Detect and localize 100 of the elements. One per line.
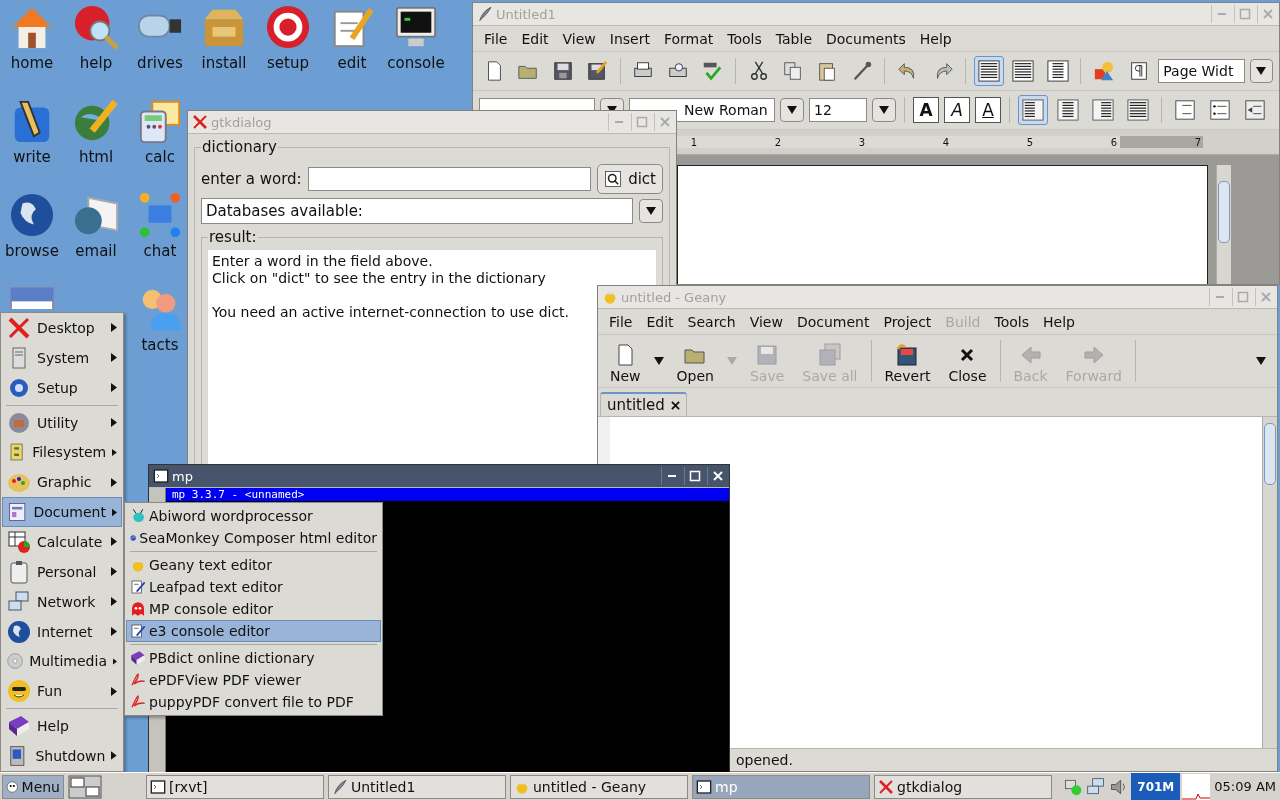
font-size-dropdown-button[interactable]	[872, 98, 896, 122]
menu-item[interactable]: Insert	[602, 28, 657, 49]
menu-item[interactable]: puppyPDF convert file to PDF	[126, 691, 381, 713]
menu-item[interactable]: Help	[2, 711, 122, 742]
ghost-icon	[130, 601, 146, 617]
menu-item[interactable]: Filesystem	[2, 437, 122, 468]
status-text: opened.	[736, 752, 793, 768]
chat-network-icon	[137, 192, 183, 238]
desktop-icon-label[interactable]: help	[79, 54, 113, 72]
x-logo-icon	[192, 114, 208, 130]
font-size-field[interactable]: 12	[809, 98, 867, 122]
menu-item[interactable]: Network	[2, 586, 122, 617]
menu-item[interactable]: Personal	[2, 556, 122, 587]
menu-item[interactable]: Help	[912, 28, 959, 49]
terminal-icon	[150, 778, 166, 795]
desktop-icon-label[interactable]: install	[201, 54, 247, 72]
desktop-icon-label[interactable]: html	[78, 148, 114, 166]
close-icon[interactable]	[670, 400, 680, 410]
menu-item[interactable]: Graphic	[2, 467, 122, 498]
bold-button[interactable]: A	[913, 97, 939, 123]
new-document-button[interactable]: New	[602, 338, 649, 384]
close-x-button[interactable]: Close	[940, 338, 995, 384]
menu-item[interactable]: Edit	[514, 28, 556, 49]
menu-item[interactable]: ePDFView PDF viewer	[126, 669, 381, 691]
menu-item[interactable]: Tools	[720, 28, 769, 49]
zoom-field[interactable]: Page Widt	[1158, 59, 1245, 83]
menu-item[interactable]: File	[602, 311, 640, 332]
caret-icon	[786, 105, 798, 115]
open-folder-button[interactable]: Open	[668, 338, 722, 384]
menu-item[interactable]: File	[477, 28, 515, 49]
menu-item[interactable]: View	[555, 28, 603, 49]
menu-item[interactable]: Leafpad text editor	[126, 576, 381, 598]
book-icon	[130, 650, 146, 666]
desktop-icon-label[interactable]: write	[13, 148, 51, 166]
desktop-icon-label[interactable]: drives	[137, 54, 183, 72]
network-computers-icon	[7, 589, 31, 614]
close-icon	[1259, 291, 1272, 303]
menu-item[interactable]: Multimedia	[2, 646, 122, 677]
menu-item[interactable]: Internet	[2, 616, 122, 647]
task-button[interactable]: untitled - Geany	[510, 774, 688, 799]
dict-button[interactable]: dict	[597, 164, 663, 194]
start-menu-button[interactable]: Menu	[2, 774, 64, 799]
menu-item[interactable]: Setup	[2, 372, 122, 403]
underline-button[interactable]: A	[975, 97, 1001, 123]
floppy-arrow-button[interactable]: Revert	[876, 338, 939, 384]
word-input[interactable]	[307, 167, 592, 191]
terminal-icon	[696, 778, 712, 795]
desktop-icon-label[interactable]: email	[75, 242, 117, 260]
menu-item[interactable]: Utility	[2, 407, 122, 438]
menu-item[interactable]: Search	[680, 311, 743, 332]
menu-item[interactable]: e3 console editor	[126, 620, 381, 642]
font-dropdown-button[interactable]	[780, 98, 804, 122]
menu-item[interactable]: Help	[1036, 311, 1082, 332]
edit-page-icon	[130, 623, 146, 639]
document-tab[interactable]: untitled	[600, 392, 687, 416]
desktop-icon-label[interactable]: chat	[143, 242, 177, 260]
menu-item[interactable]: View	[742, 311, 790, 332]
menu-item[interactable]: SeaMonkey Composer html editor	[126, 527, 381, 549]
clock[interactable]: 05:09 AM	[1212, 779, 1278, 794]
task-button[interactable]: gtkdialog	[874, 774, 1052, 799]
menu-item[interactable]: PBdict online dictionary	[126, 647, 381, 669]
italic-button[interactable]: A	[944, 97, 970, 123]
menu-item[interactable]: Document	[2, 497, 122, 527]
menu-item[interactable]: Document	[789, 311, 877, 332]
menu-item[interactable]: Table	[768, 28, 819, 49]
menu-item[interactable]: Geany text editor	[126, 554, 381, 576]
desktop-icon-label[interactable]: tacts	[141, 336, 179, 354]
view-mode-button[interactable]	[974, 56, 1004, 86]
desktop-icon-label[interactable]: calc	[145, 148, 175, 166]
maximize-icon	[635, 116, 648, 128]
field-label: enter a word:	[201, 170, 302, 188]
desktop-pager-icon[interactable]	[68, 774, 102, 799]
toolbox-icon	[7, 410, 31, 435]
task-button[interactable]: [rxvt]	[146, 774, 324, 799]
menu-item[interactable]: Desktop	[2, 313, 122, 343]
numbered-list-icon	[1174, 99, 1196, 121]
shapes-icon	[1093, 60, 1116, 82]
menu-item[interactable]: Tools	[987, 311, 1036, 332]
database-dropdown[interactable]: Databases available:	[201, 198, 633, 224]
task-button[interactable]: Untitled1	[328, 774, 506, 799]
menu-item[interactable]: Project	[876, 311, 939, 332]
desktop-icon-label[interactable]: console	[387, 54, 445, 72]
menu-item[interactable]: Format	[656, 28, 721, 49]
desktop-icon-label[interactable]: home	[10, 54, 54, 72]
menu-item[interactable]: Documents	[819, 28, 913, 49]
close-icon	[711, 470, 724, 482]
frame-label: dictionary	[201, 138, 278, 156]
desktop-icon-label[interactable]: edit	[337, 54, 367, 72]
menu-item[interactable]: MP console editor	[126, 598, 381, 620]
desktop-icon-label[interactable]: setup	[267, 54, 309, 72]
align-button[interactable]	[1018, 95, 1048, 125]
menu-item[interactable]: Calculate	[2, 527, 122, 557]
scrollbar[interactable]	[1216, 165, 1231, 284]
desktop-icon-label[interactable]: browse	[5, 242, 59, 260]
menu-item[interactable]: Fun	[2, 676, 122, 707]
database-dropdown-button[interactable]	[639, 199, 663, 223]
menu-item[interactable]: System	[2, 342, 122, 373]
menu-item[interactable]: Shutdown	[2, 741, 122, 771]
zoom-dropdown-button[interactable]	[1249, 59, 1274, 83]
scrollbar[interactable]	[1262, 417, 1277, 748]
